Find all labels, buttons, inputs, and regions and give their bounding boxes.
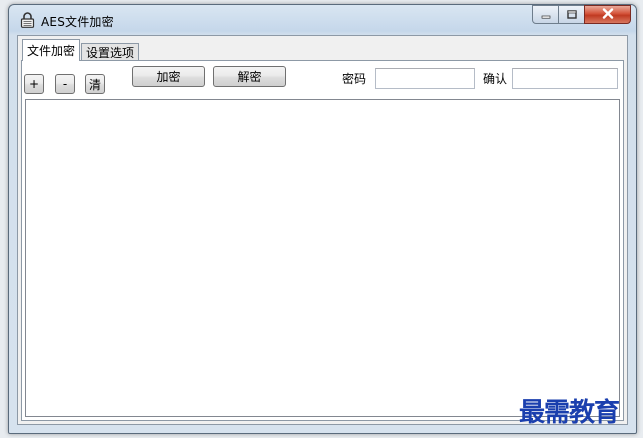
- close-button[interactable]: [584, 5, 631, 24]
- app-window: AES文件加密 文件加密 设置选项 + - 清 加密 解密 密码 确认: [8, 4, 637, 434]
- password-field[interactable]: [375, 68, 475, 89]
- lock-icon: [20, 12, 35, 28]
- confirm-label: 确认: [483, 72, 508, 86]
- tab-file-encrypt[interactable]: 文件加密: [22, 39, 81, 61]
- maximize-button[interactable]: [558, 5, 585, 24]
- decrypt-button[interactable]: 解密: [213, 66, 286, 87]
- window-title: AES文件加密: [41, 15, 114, 29]
- remove-file-button[interactable]: -: [55, 74, 75, 94]
- minimize-icon: [541, 8, 551, 22]
- file-list-area[interactable]: [25, 99, 620, 417]
- encrypt-button[interactable]: 加密: [132, 66, 205, 87]
- close-icon: [602, 7, 614, 22]
- maximize-icon: [566, 8, 577, 22]
- file-encrypt-panel: + - 清 加密 解密 密码 确认: [21, 60, 624, 421]
- title-bar[interactable]: AES文件加密: [9, 5, 636, 33]
- confirm-password-field[interactable]: [512, 68, 618, 89]
- client-area: 文件加密 设置选项 + - 清 加密 解密 密码 确认: [17, 35, 628, 425]
- password-label: 密码: [342, 72, 367, 86]
- watermark-text: 最需教育: [519, 398, 620, 428]
- clear-list-button[interactable]: 清: [85, 74, 105, 94]
- minimize-button[interactable]: [532, 5, 559, 24]
- add-file-button[interactable]: +: [24, 74, 44, 94]
- tab-settings[interactable]: 设置选项: [81, 43, 140, 60]
